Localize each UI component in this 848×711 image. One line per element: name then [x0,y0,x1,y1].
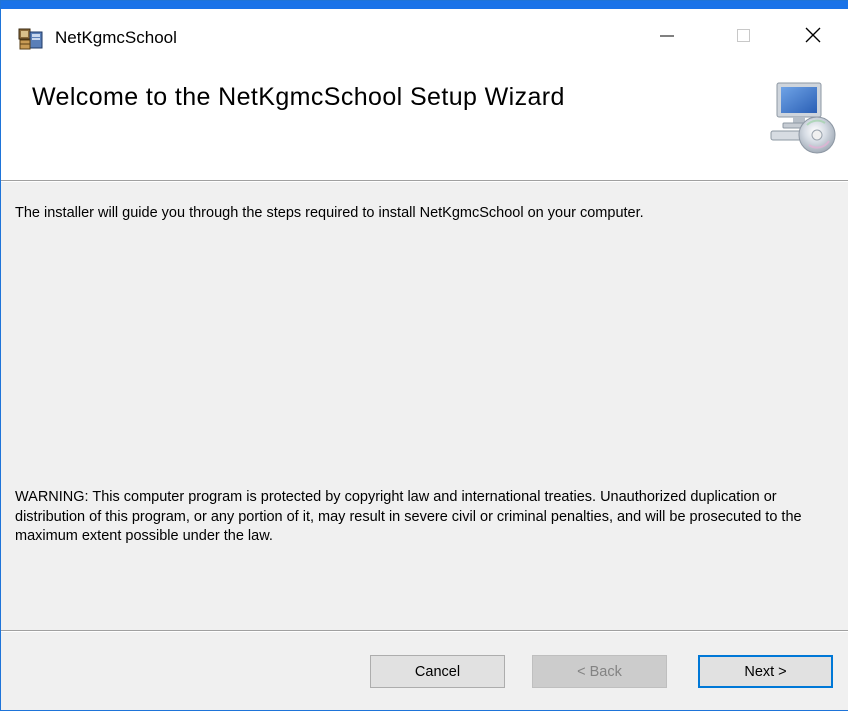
intro-text: The installer will guide you through the… [15,205,644,221]
installer-app-icon [17,26,45,52]
back-button[interactable]: < Back [532,655,667,688]
wizard-heading: Welcome to the NetKgmcSchool Setup Wizar… [32,83,565,111]
computer-cd-icon [767,79,837,155]
cancel-button[interactable]: Cancel [370,655,505,688]
window-title: NetKgmcSchool [55,28,177,47]
wizard-banner: Welcome to the NetKgmcSchool Setup Wizar… [1,61,848,180]
maximize-icon [736,28,750,42]
footer-divider-highlight [1,631,848,632]
minimize-icon [660,35,674,37]
window-top-border [1,1,848,9]
copyright-warning-text: WARNING: This computer program is protec… [15,489,802,544]
close-icon [805,27,821,43]
banner-divider-highlight [1,181,848,182]
close-button[interactable] [777,9,848,61]
next-button[interactable]: Next > [698,655,833,688]
minimize-button[interactable] [624,9,710,61]
setup-wizard-window: NetKgmcSchool Welcome to the NetKgmcScho… [0,0,848,711]
maximize-button[interactable] [700,9,786,61]
